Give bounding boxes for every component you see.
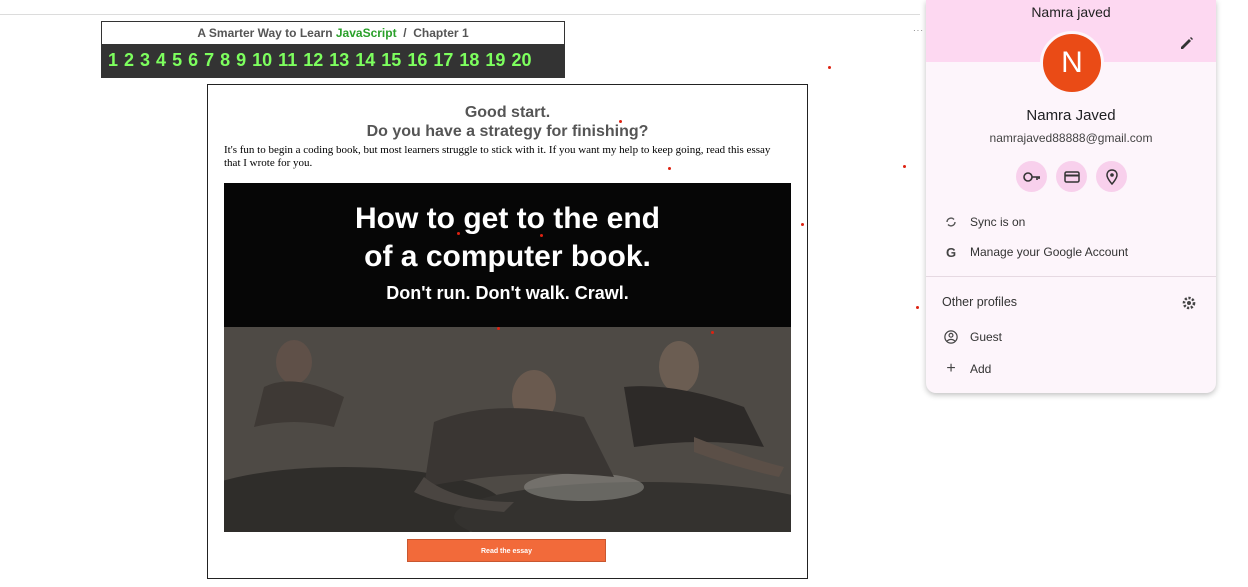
manage-account-item[interactable]: G Manage your Google Account <box>944 242 1128 262</box>
chapter-link[interactable]: 18 <box>459 50 479 71</box>
person-circle-icon <box>944 330 958 344</box>
banner-title-line2: of a computer book. <box>364 240 651 273</box>
chapter-link[interactable]: 14 <box>355 50 375 71</box>
other-profiles-title: Other profiles <box>942 295 1018 309</box>
gear-icon[interactable] <box>1181 295 1197 311</box>
banner-subtitle: Don't run. Don't walk. Crawl. <box>386 283 629 303</box>
chapter-link[interactable]: 7 <box>204 50 214 71</box>
add-label: Add <box>970 362 992 376</box>
card-intro: It's fun to begin a coding book, but mos… <box>224 144 771 169</box>
banner-title: How to get to the end of a computer book… <box>224 200 791 276</box>
payment-methods-button[interactable] <box>1056 161 1087 192</box>
read-essay-button[interactable]: Read the essay <box>407 539 606 562</box>
ellipsis-icon: ··· <box>913 26 924 35</box>
book-title-prefix: A Smarter Way to Learn <box>197 26 333 40</box>
add-profile-item[interactable]: + Add <box>944 359 991 379</box>
red-dot <box>903 165 906 168</box>
addresses-button[interactable] <box>1096 161 1127 192</box>
credit-card-icon <box>1063 170 1080 183</box>
red-dot <box>540 234 543 237</box>
card-heading-line2: Do you have a strategy for finishing? <box>366 123 649 140</box>
red-dot <box>916 306 919 309</box>
red-dot <box>457 232 460 235</box>
chapter-nav: 1 2 3 4 5 6 7 8 9 10 11 12 13 14 15 16 17 18 19 20 <box>102 44 564 77</box>
chapter-link[interactable]: 6 <box>188 50 198 71</box>
chapter-link[interactable]: 1 <box>108 50 118 71</box>
chapter-link[interactable]: 10 <box>252 50 272 71</box>
chapter-link[interactable]: 20 <box>511 50 531 71</box>
book-title-js: JavaScript <box>335 26 397 40</box>
sync-label: Sync is on <box>970 215 1026 229</box>
chapter-link[interactable]: 8 <box>220 50 230 71</box>
google-g-icon: G <box>945 244 957 260</box>
location-pin-icon <box>1105 168 1118 185</box>
guest-profile-item[interactable]: Guest <box>944 327 1002 347</box>
passwords-button[interactable] <box>1016 161 1047 192</box>
chapter-link[interactable]: 4 <box>156 50 166 71</box>
chapter-link[interactable]: 5 <box>172 50 182 71</box>
browser-toolbar-remnant <box>0 0 920 8</box>
banner-title-line1: How to get to the end <box>355 202 660 235</box>
edit-pencil-icon[interactable] <box>1179 35 1195 51</box>
card-heading-line1: Good start. <box>464 104 551 121</box>
red-dot <box>711 331 714 334</box>
chapter-link[interactable]: 15 <box>381 50 401 71</box>
chapter-link[interactable]: 19 <box>485 50 505 71</box>
toolbar-divider <box>0 14 920 15</box>
book-title-sep: / <box>403 26 407 40</box>
avatar[interactable]: N <box>1040 31 1104 95</box>
profile-menu: Namra javed N Namra Javed namrajaved8888… <box>926 0 1216 393</box>
essay-banner: How to get to the end of a computer book… <box>224 183 791 327</box>
chapter-link[interactable]: 13 <box>329 50 349 71</box>
manage-account-label: Manage your Google Account <box>970 245 1129 259</box>
chapter-link[interactable]: 12 <box>303 50 323 71</box>
crawling-people-photo <box>224 327 791 532</box>
chapter-link[interactable]: 17 <box>433 50 453 71</box>
profile-email: namrajaved88888@gmail.com <box>989 131 1153 145</box>
chapter-link[interactable]: 2 <box>124 50 134 71</box>
red-dot <box>497 327 500 330</box>
key-icon <box>1022 171 1040 182</box>
menu-divider <box>926 276 1216 277</box>
sync-status[interactable]: Sync is on <box>944 212 1025 232</box>
red-dot <box>828 66 831 69</box>
red-dot <box>801 223 804 226</box>
chapter-link[interactable]: 11 <box>278 50 297 71</box>
chapter-link[interactable]: 3 <box>140 50 150 71</box>
red-dot <box>619 120 622 123</box>
chapter-link[interactable]: 16 <box>407 50 427 71</box>
profile-header-name: Namra javed <box>1031 4 1111 20</box>
chapter-link[interactable]: 9 <box>236 50 246 71</box>
card-heading: Good start. Do you have a strategy for f… <box>208 103 807 141</box>
profile-full-name: Namra Javed <box>1026 107 1116 124</box>
book-title: A Smarter Way to Learn JavaScript / Chap… <box>102 22 564 44</box>
promo-card: Good start. Do you have a strategy for f… <box>207 84 808 579</box>
book-header: A Smarter Way to Learn JavaScript / Chap… <box>101 21 565 78</box>
sync-icon <box>944 215 958 229</box>
guest-label: Guest <box>970 330 1003 344</box>
book-title-chapter: Chapter 1 <box>413 26 469 40</box>
quick-actions <box>1016 161 1127 192</box>
plus-icon: + <box>946 360 956 377</box>
red-dot <box>668 167 671 170</box>
